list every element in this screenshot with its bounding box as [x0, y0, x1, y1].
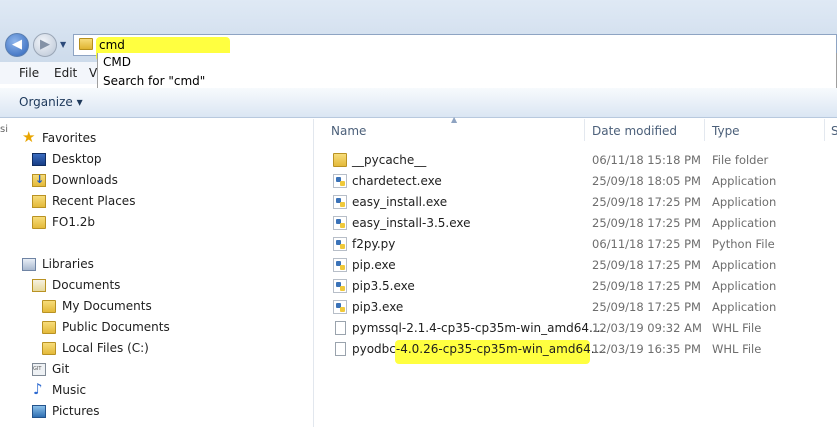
file-name[interactable]: chardetect.exe	[352, 174, 442, 188]
python-file-icon	[333, 237, 347, 251]
column-divider[interactable]	[584, 119, 585, 141]
file-date: 12/03/19 16:35 PM	[592, 342, 701, 356]
recent-places-icon	[32, 195, 46, 208]
folder-icon	[42, 321, 56, 334]
file-date: 25/09/18 18:05 PM	[592, 174, 701, 188]
address-input[interactable]: cmd	[99, 38, 125, 52]
file-name[interactable]: easy_install.exe	[352, 195, 447, 209]
command-bar	[0, 88, 837, 118]
star-icon: ★	[22, 128, 36, 146]
file-name[interactable]: pip.exe	[352, 258, 396, 272]
file-name[interactable]: __pycache__	[352, 153, 426, 167]
nav-local-files[interactable]: Local Files (C:)	[62, 341, 149, 355]
documents-icon	[32, 279, 46, 292]
column-header-type[interactable]: Type	[712, 124, 740, 138]
column-header-name[interactable]: Name	[331, 124, 366, 138]
nav-libraries[interactable]: Libraries	[42, 257, 94, 271]
nav-public-documents[interactable]: Public Documents	[62, 320, 170, 334]
python-app-icon	[333, 300, 347, 314]
nav-fo12b[interactable]: FO1.2b	[52, 215, 95, 229]
desktop-icon	[32, 153, 46, 166]
file-date: 06/11/18 17:25 PM	[592, 237, 701, 251]
folder-icon	[333, 153, 347, 167]
file-name[interactable]: pip3.exe	[352, 300, 403, 314]
nav-music[interactable]: Music	[52, 383, 86, 397]
file-type: WHL File	[712, 342, 762, 356]
folder-icon	[42, 342, 56, 355]
column-header-size[interactable]: S	[831, 124, 837, 138]
nav-git[interactable]: Git	[52, 362, 69, 376]
file-name[interactable]: easy_install-3.5.exe	[352, 216, 471, 230]
file-type: Application	[712, 258, 777, 272]
menu-view[interactable]: V	[89, 66, 97, 80]
file-date: 06/11/18 15:18 PM	[592, 153, 701, 167]
downloads-icon	[32, 173, 46, 187]
column-divider[interactable]	[704, 119, 705, 141]
file-icon	[335, 342, 346, 356]
file-date: 25/09/18 17:25 PM	[592, 300, 701, 314]
pictures-icon	[32, 405, 46, 418]
python-app-icon	[333, 174, 347, 188]
column-divider[interactable]	[824, 119, 825, 141]
folder-icon	[79, 38, 93, 50]
pane-edge-marker: si	[0, 124, 8, 135]
libraries-icon	[22, 258, 36, 271]
menu-bar	[0, 62, 100, 84]
file-date: 25/09/18 17:25 PM	[592, 216, 701, 230]
folder-icon	[42, 300, 56, 313]
file-name[interactable]: pip3.5.exe	[352, 279, 415, 293]
file-name[interactable]: pymssql-2.1.4-cp35-cp35m-win_amd64....	[352, 321, 604, 335]
nav-pictures[interactable]: Pictures	[52, 404, 100, 418]
python-app-icon	[333, 279, 347, 293]
column-header-date[interactable]: Date modified	[592, 124, 677, 138]
navigation-pane	[0, 119, 314, 427]
file-type: Application	[712, 300, 777, 314]
sort-ascending-icon: ▲	[451, 115, 458, 124]
file-date: 25/09/18 17:25 PM	[592, 258, 701, 272]
suggestion-search-cmd[interactable]: Search for "cmd"	[103, 74, 205, 88]
music-icon: ♪	[33, 380, 43, 398]
nav-my-documents[interactable]: My Documents	[62, 299, 152, 313]
file-name[interactable]: f2py.py	[352, 237, 395, 251]
nav-desktop[interactable]: Desktop	[52, 152, 102, 166]
folder-icon	[32, 216, 46, 229]
address-suggestions: CMD Search for "cmd"	[97, 53, 837, 89]
menu-file[interactable]: File	[19, 66, 39, 80]
nav-downloads[interactable]: Downloads	[52, 173, 118, 187]
recent-pages-dropdown[interactable]: ▼	[60, 40, 66, 49]
nav-recent-places[interactable]: Recent Places	[52, 194, 135, 208]
python-app-icon	[333, 258, 347, 272]
menu-edit[interactable]: Edit	[54, 66, 77, 80]
back-button[interactable]: ◀	[5, 33, 29, 57]
file-type: File folder	[712, 153, 769, 167]
file-date: 25/09/18 17:25 PM	[592, 195, 701, 209]
file-icon	[335, 321, 346, 335]
python-app-icon	[333, 195, 347, 209]
file-type: Python File	[712, 237, 775, 251]
suggestion-cmd[interactable]: CMD	[103, 55, 131, 69]
file-date: 12/03/19 09:32 AM	[592, 321, 702, 335]
arrow-right-icon: ▶	[40, 37, 50, 52]
arrow-left-icon: ◀	[12, 37, 22, 52]
file-type: Application	[712, 216, 777, 230]
file-name[interactable]: pyodbc-4.0.26-cp35-cp35m-win_amd64....	[352, 342, 606, 356]
file-type: Application	[712, 195, 777, 209]
forward-button[interactable]: ▶	[33, 33, 57, 57]
file-type: Application	[712, 174, 777, 188]
file-date: 25/09/18 17:25 PM	[592, 279, 701, 293]
file-type: Application	[712, 279, 777, 293]
git-icon	[32, 363, 46, 376]
nav-favorites[interactable]: Favorites	[42, 131, 96, 145]
python-app-icon	[333, 216, 347, 230]
nav-documents[interactable]: Documents	[52, 278, 120, 292]
organize-button[interactable]: Organize ▾	[19, 95, 83, 109]
file-type: WHL File	[712, 321, 762, 335]
